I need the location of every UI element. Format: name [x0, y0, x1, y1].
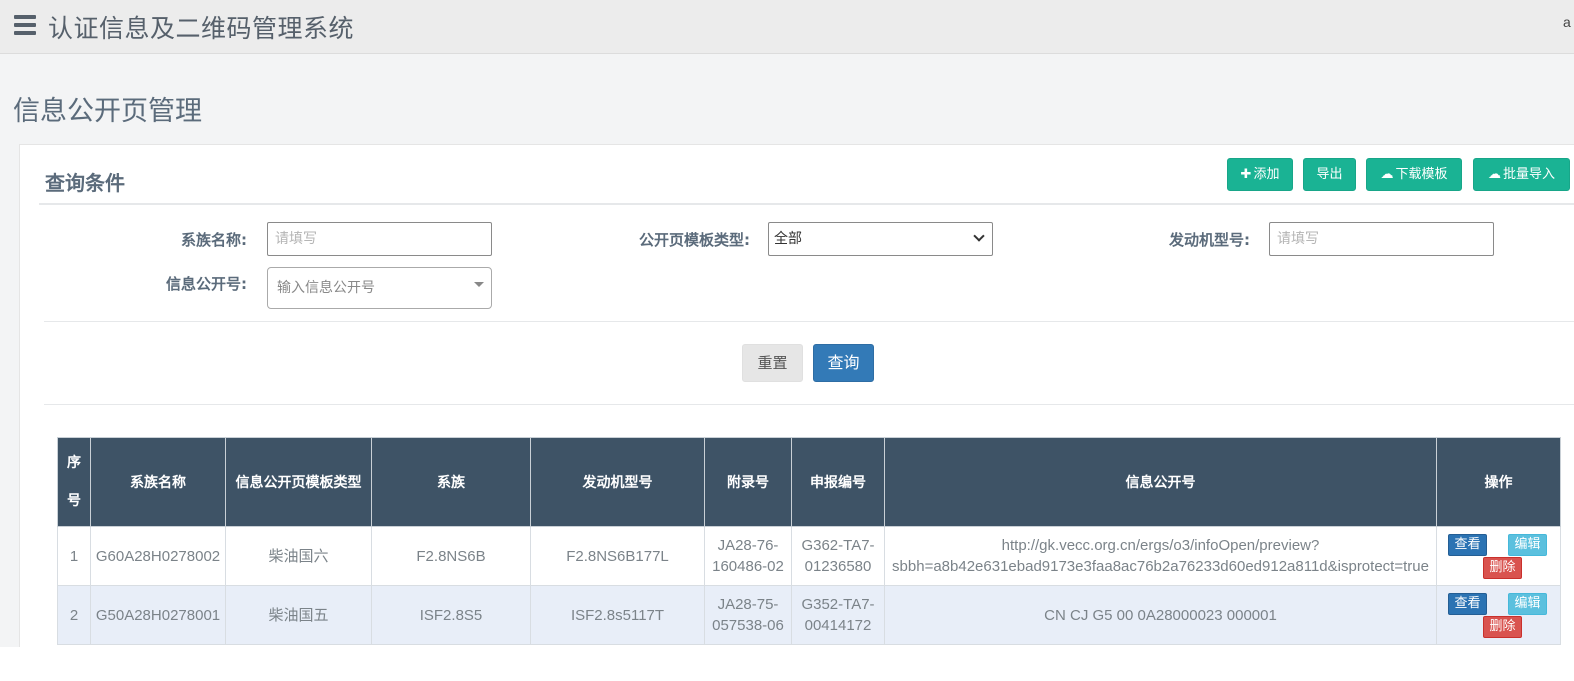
reset-button[interactable]: 重置	[742, 344, 803, 382]
table-row[interactable]: 1 G60A28H0278002 柴油国六 F2.8NS6B F2.8NS6B1…	[57, 526, 1561, 586]
cell-declare-no-line2: 00414172	[804, 617, 872, 634]
add-button[interactable]: ✚ 添加	[1227, 158, 1293, 191]
cell-family-name: G60A28H0278002	[90, 526, 226, 586]
column-header: 操作	[1436, 437, 1561, 527]
query-button[interactable]: 查询	[813, 344, 874, 382]
batch-import-label: 批量导入	[1502, 167, 1555, 182]
app-window: 认证信息及二维码管理系统 a 信息公开页管理 查询条件 ✚ 添加 导出 ☁ 下载模板…	[0, 0, 1574, 647]
cell-family: ISF2.8S5	[371, 585, 531, 645]
user-menu[interactable]: a	[1563, 14, 1571, 30]
delete-button[interactable]: 删除	[1483, 557, 1522, 579]
cell-appendix-no-line1: JA28-76-	[717, 537, 779, 554]
cell-seq: 1	[57, 526, 91, 586]
form-divider	[44, 321, 1574, 322]
cell-info-no-line1: http://gk.vecc.org.cn/ergs/o3/infoOpen/p…	[1001, 537, 1320, 554]
download-template-label: 下载模板	[1395, 167, 1448, 182]
page-title: 信息公开页管理	[13, 96, 202, 127]
template-type-label: 公开页模板类型:	[639, 231, 750, 249]
cell-family: F2.8NS6B	[371, 526, 531, 586]
cell-info-no: http://gk.vecc.org.cn/ergs/o3/infoOpen/p…	[884, 526, 1437, 586]
add-button-label: 添加	[1253, 167, 1280, 182]
plus-icon: ✚	[1240, 167, 1252, 182]
download-template-button[interactable]: ☁ 下载模板	[1366, 158, 1462, 191]
cloud-upload-icon: ☁	[1487, 167, 1501, 182]
export-button[interactable]: 导出	[1303, 158, 1356, 191]
cell-engine-model: F2.8NS6B177L	[530, 526, 705, 586]
info-no-combobox[interactable]: 输入信息公开号	[267, 267, 492, 309]
column-header[interactable]: 系族	[371, 437, 531, 527]
cloud-download-icon: ☁	[1380, 167, 1394, 182]
batch-import-button[interactable]: ☁ 批量导入	[1473, 158, 1570, 191]
chevron-down-icon	[973, 230, 985, 242]
template-type-select[interactable]: 全部	[768, 222, 993, 256]
query-panel: 查询条件 ✚添加 导出 ☁下载模板 ☁批量导入 系族名称: 公开页模板类型: 全…	[19, 144, 1574, 647]
column-header-label: 序号	[67, 455, 81, 509]
app-title: 认证信息及二维码管理系统	[48, 14, 355, 43]
cell-info-no: CN CJ G5 00 0A28000023 000001	[884, 585, 1437, 645]
cell-info-no-line2: sbbh=a8b42e631ebad9173e3faa8ac76b2a76233…	[892, 558, 1429, 575]
cell-declare-no-line1: G352-TA7-	[801, 596, 875, 613]
info-no-label: 信息公开号:	[166, 275, 247, 293]
cell-appendix-no-line2: 057538-06	[712, 617, 784, 634]
engine-model-label: 发动机型号:	[1169, 231, 1250, 249]
actions-divider	[44, 404, 1574, 405]
table-header-row: 序号 系族名称 信息公开页模板类型 系族 发动机型号 附录号 申报编号 信息公开…	[57, 437, 1561, 527]
family-name-input[interactable]	[267, 222, 492, 256]
cell-info-no-line1: CN CJ G5 00 0A28000023 000001	[1044, 606, 1277, 624]
cell-declare-no-line1: G362-TA7-	[801, 537, 875, 554]
caret-down-icon	[474, 282, 484, 287]
cell-actions: 查看 编辑 删除	[1436, 526, 1561, 586]
column-header[interactable]: 附录号	[704, 437, 792, 527]
column-header[interactable]: 申报编号	[791, 437, 885, 527]
top-bar: 认证信息及二维码管理系统 a	[0, 0, 1574, 54]
column-header[interactable]: 发动机型号	[530, 437, 705, 527]
info-no-placeholder: 输入信息公开号	[277, 280, 375, 296]
column-header[interactable]: 信息公开页模板类型	[225, 437, 372, 527]
cell-appendix-no-line1: JA28-75-	[717, 596, 779, 613]
engine-model-input[interactable]	[1269, 222, 1494, 256]
delete-button[interactable]: 删除	[1483, 616, 1522, 638]
template-type-value: 全部	[774, 231, 802, 247]
hamburger-menu-icon[interactable]	[14, 15, 36, 35]
cell-appendix-no: JA28-75- 057538-06	[704, 585, 792, 645]
cell-declare-no: G352-TA7- 00414172	[791, 585, 885, 645]
cell-template-type: 柴油国五	[225, 585, 372, 645]
cell-declare-no: G362-TA7- 01236580	[791, 526, 885, 586]
cell-declare-no-line2: 01236580	[804, 558, 872, 575]
family-name-label: 系族名称:	[181, 231, 247, 249]
panel-divider	[39, 203, 1574, 205]
cell-appendix-no-line2: 160486-02	[712, 558, 784, 575]
column-header[interactable]: 信息公开号	[884, 437, 1437, 527]
panel-title: 查询条件	[45, 171, 125, 195]
column-header[interactable]: 系族名称	[90, 437, 226, 527]
export-button-label: 导出	[1316, 167, 1343, 182]
view-button[interactable]: 查看	[1448, 534, 1487, 556]
edit-button[interactable]: 编辑	[1508, 593, 1547, 615]
cell-engine-model: ISF2.8s5117T	[530, 585, 705, 645]
table-row[interactable]: 2 G50A28H0278001 柴油国五 ISF2.8S5 ISF2.8s51…	[57, 585, 1561, 645]
cell-seq: 2	[57, 585, 91, 645]
view-button[interactable]: 查看	[1448, 593, 1487, 615]
cell-family-name: G50A28H0278001	[90, 585, 226, 645]
cell-actions: 查看 编辑 删除	[1436, 585, 1561, 645]
cell-template-type: 柴油国六	[225, 526, 372, 586]
column-header[interactable]: 序号	[57, 437, 91, 527]
cell-appendix-no: JA28-76- 160486-02	[704, 526, 792, 586]
edit-button[interactable]: 编辑	[1508, 534, 1547, 556]
results-table: 序号 系族名称 信息公开页模板类型 系族 发动机型号 附录号 申报编号 信息公开…	[57, 437, 1561, 645]
